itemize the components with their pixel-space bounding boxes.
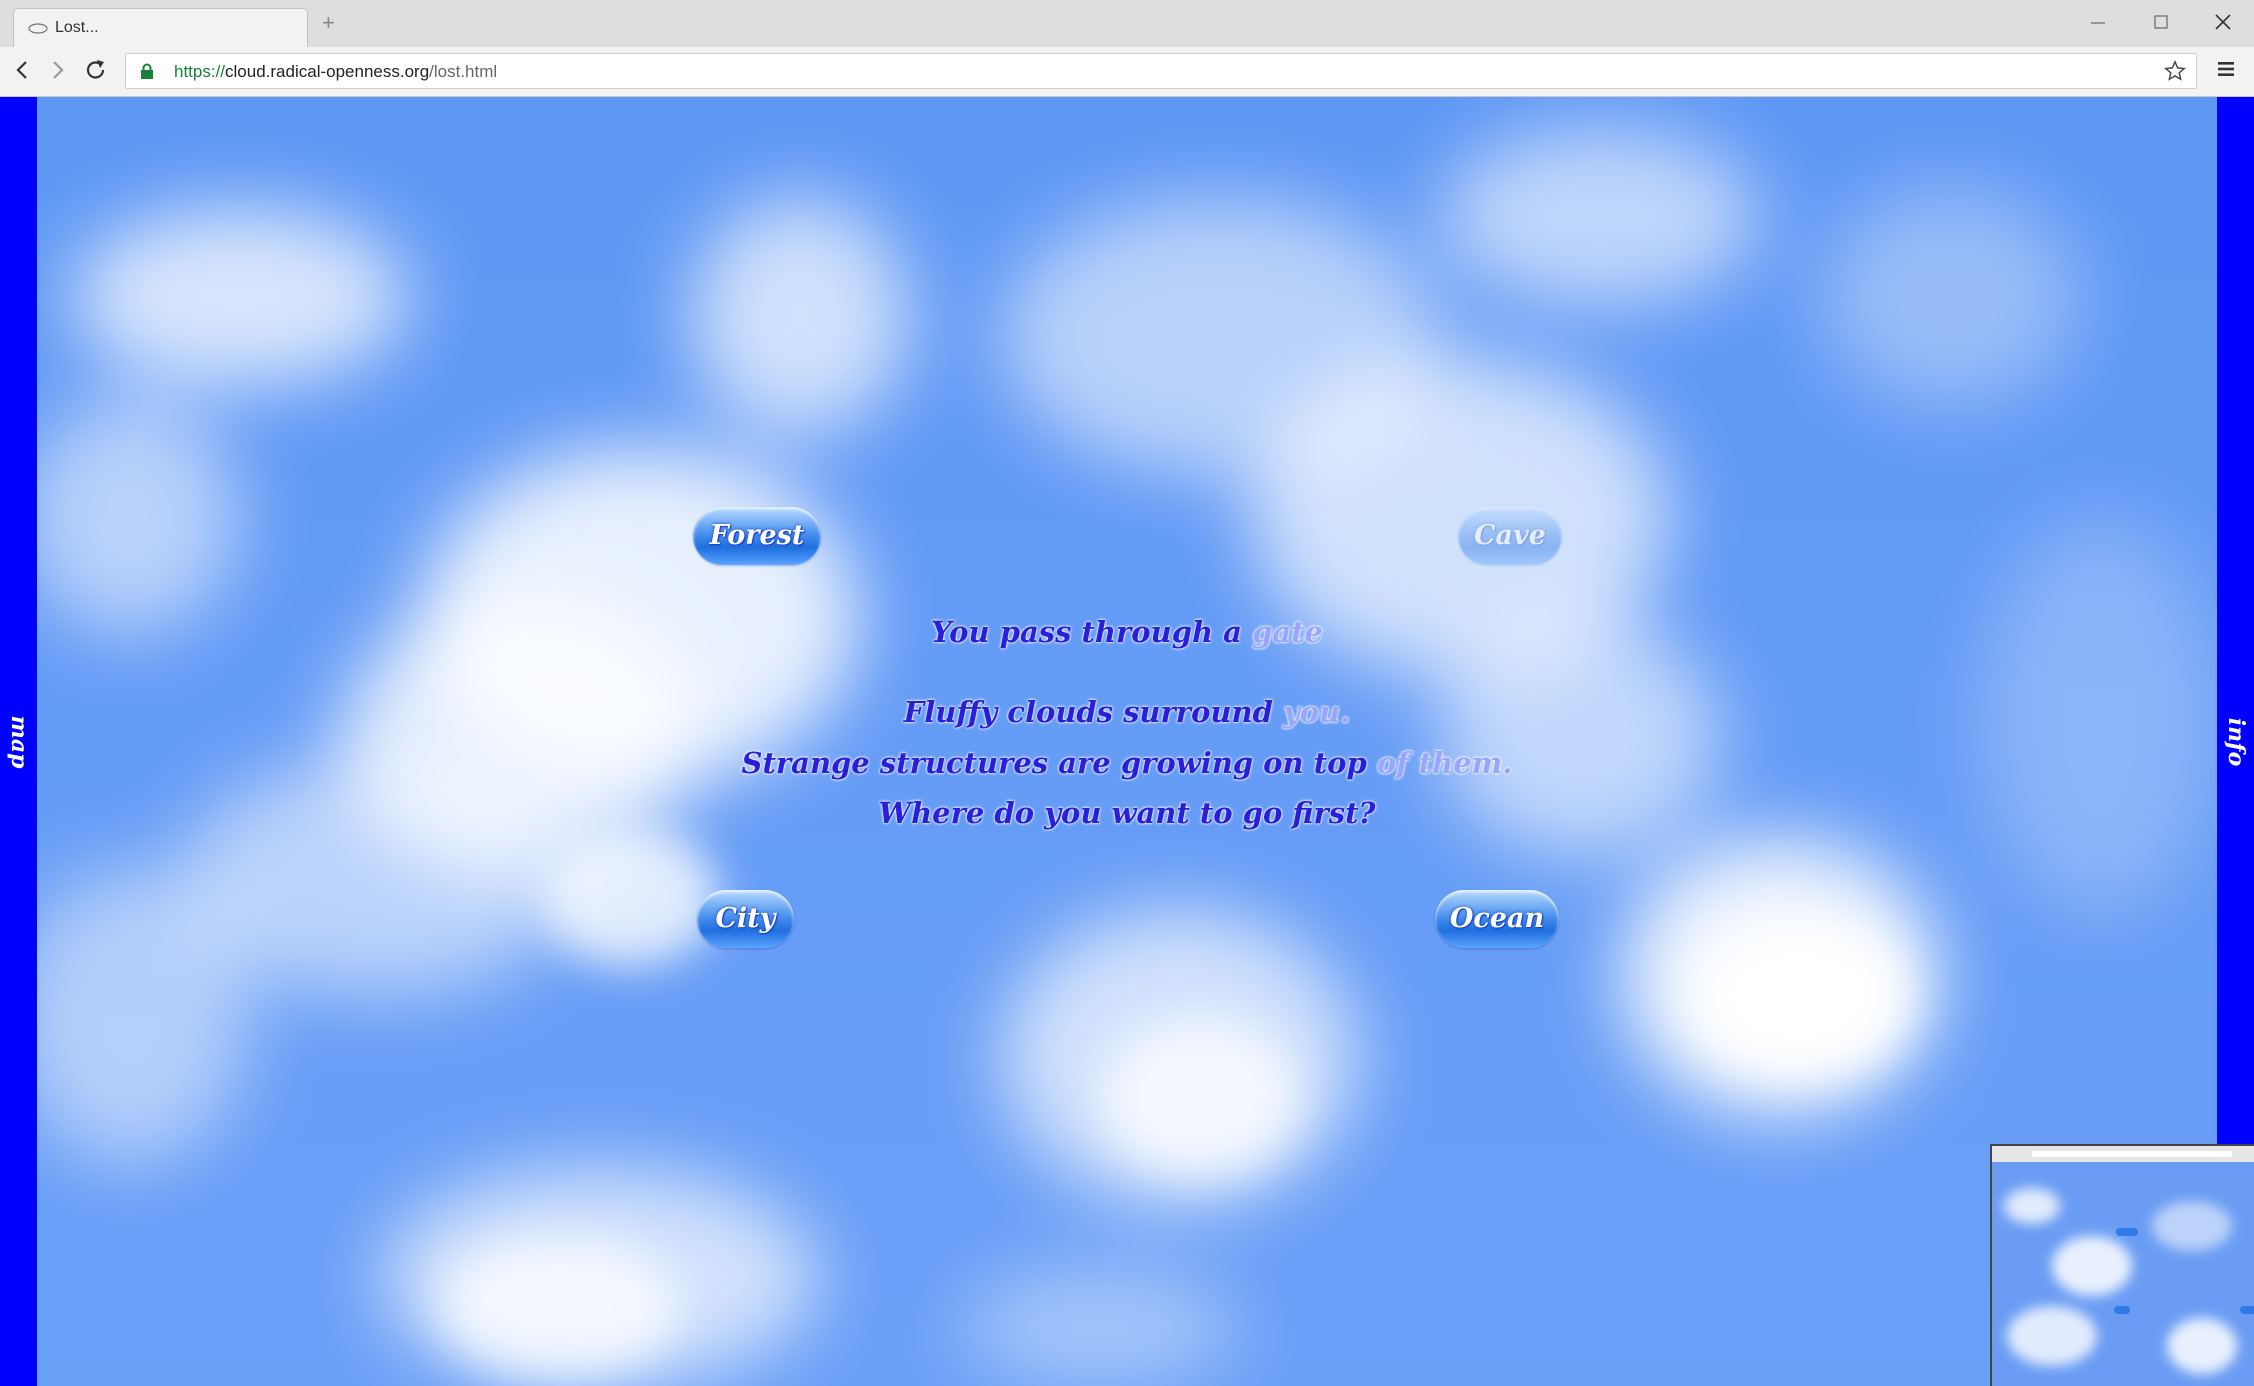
story-line-faded-text: of them. — [1376, 746, 1513, 780]
browser-toolbar: https://cloud.radical-openness.org/lost.… — [0, 47, 2254, 97]
gate-text: gate — [1252, 615, 1323, 649]
address-bar[interactable]: https://cloud.radical-openness.org/lost.… — [125, 53, 2197, 89]
cloud-icon — [28, 23, 48, 34]
url-path: /lost.html — [429, 62, 498, 81]
city-button[interactable]: City — [697, 890, 794, 948]
browser-tab[interactable]: Lost... — [13, 8, 308, 47]
url-host: cloud.radical-openness.org — [225, 62, 430, 81]
back-icon — [16, 61, 27, 79]
close-button[interactable] — [2200, 6, 2246, 38]
maximize-button[interactable] — [2138, 6, 2184, 38]
map-panel-label: map — [5, 715, 32, 769]
story-heading-text: You pass through a — [931, 615, 1253, 649]
close-icon — [2215, 14, 2231, 30]
forward-button[interactable] — [45, 57, 71, 83]
map-panel[interactable]: map — [0, 97, 37, 1386]
story-heading: You pass through a gate — [600, 615, 1654, 649]
url-scheme: https:// — [174, 62, 226, 81]
forest-button[interactable]: Forest — [693, 507, 821, 565]
maximize-icon — [2154, 15, 2168, 29]
info-panel-label: info — [2222, 717, 2249, 767]
page-viewport: map info Forest Cave City Ocean You pass… — [0, 97, 2254, 1386]
minimize-button[interactable] — [2075, 6, 2121, 38]
reload-button[interactable] — [83, 57, 109, 83]
story-line: Fluffy clouds surround you. — [600, 695, 1654, 729]
tab-strip: Lost... + — [0, 0, 2254, 47]
back-button[interactable] — [9, 57, 35, 83]
thumbnail-image — [1992, 1146, 2254, 1386]
story-line-faded-text: you. — [1282, 695, 1351, 729]
new-tab-button[interactable]: + — [322, 10, 335, 36]
story-question: Where do you want to go first? — [878, 796, 1376, 830]
forward-icon — [53, 61, 64, 79]
story-line-text: Fluffy clouds surround — [903, 695, 1283, 729]
lock-icon — [141, 63, 153, 79]
star-icon[interactable] — [2164, 60, 2186, 82]
ocean-button[interactable]: Ocean — [1435, 890, 1559, 948]
reload-icon — [86, 60, 105, 79]
cloud-sky-background — [0, 97, 2254, 1386]
story-line: Strange structures are growing on top of… — [600, 746, 1654, 780]
menu-icon[interactable] — [2216, 59, 2236, 79]
url-text: https://cloud.radical-openness.org/lost.… — [174, 62, 497, 82]
cave-button[interactable]: Cave — [1458, 507, 1562, 565]
tab-title: Lost... — [55, 19, 99, 36]
story-line-text: Strange structures are growing on top — [741, 746, 1377, 780]
minimize-icon — [2091, 22, 2105, 24]
page-thumbnail-preview — [1990, 1144, 2254, 1386]
